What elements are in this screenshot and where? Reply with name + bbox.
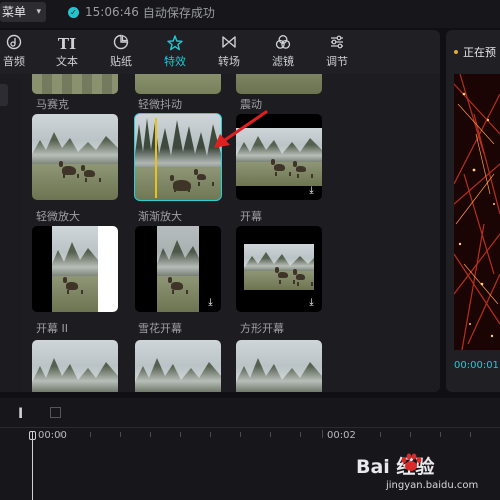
playhead-marker bbox=[155, 118, 157, 198]
ruler-label-mid: 00:02 bbox=[327, 430, 356, 441]
menu-label: 菜单 bbox=[2, 5, 27, 19]
download-icon[interactable]: ⤓ bbox=[306, 297, 317, 308]
effect-card-slight-zoom[interactable] bbox=[32, 114, 118, 200]
effect-label: 渐渐放大 bbox=[138, 210, 182, 223]
preview-title: 正在预 bbox=[454, 44, 496, 60]
tab-adjust[interactable]: 调节 bbox=[315, 34, 359, 74]
status-dot-icon bbox=[454, 50, 458, 54]
rail-handle[interactable] bbox=[0, 84, 8, 106]
autosave-status: ✓ 15:06:46 自动保存成功 bbox=[68, 3, 215, 21]
preview-video[interactable] bbox=[454, 74, 500, 350]
watermark-logo-text: Bai 经验 bbox=[356, 456, 435, 478]
tab-filter[interactable]: 滤镜 bbox=[261, 34, 305, 74]
effect-card-snow-open[interactable]: ⤓ bbox=[135, 226, 221, 312]
text-icon: TI bbox=[57, 35, 77, 53]
preview-label-text: 正在预 bbox=[463, 46, 496, 59]
download-icon[interactable]: ⤓ bbox=[102, 297, 113, 308]
watermark-url: jingyan.baidu.com bbox=[386, 480, 479, 491]
tab-effects[interactable]: 特效 bbox=[153, 34, 197, 74]
effect-label: 马赛克 bbox=[36, 98, 69, 111]
audio-icon bbox=[0, 34, 36, 54]
adjust-icon bbox=[315, 34, 359, 54]
effect-card-shake[interactable] bbox=[236, 74, 322, 94]
chevron-down-icon: ▾ bbox=[36, 7, 41, 17]
timeline-toolbar: I bbox=[0, 398, 500, 428]
download-icon[interactable]: ⤓ bbox=[306, 185, 317, 196]
effect-card-mosaic[interactable] bbox=[32, 74, 118, 94]
effect-label: 开幕 bbox=[240, 210, 262, 223]
effect-card-gradual-zoom[interactable] bbox=[134, 113, 222, 201]
save-status-text: 自动保存成功 bbox=[142, 5, 215, 20]
tab-adjust-label: 调节 bbox=[326, 55, 348, 68]
effect-label: 开幕 II bbox=[36, 322, 68, 335]
preview-timecode: 00:00:01 bbox=[454, 360, 499, 371]
effect-card-square-open[interactable]: ⤓ bbox=[236, 226, 322, 312]
filter-icon bbox=[261, 34, 305, 54]
split-icon[interactable]: I bbox=[18, 406, 23, 422]
effect-label: 轻微放大 bbox=[36, 210, 80, 223]
effect-card[interactable] bbox=[135, 340, 221, 392]
paw-icon bbox=[401, 453, 422, 471]
tab-effects-label: 特效 bbox=[164, 55, 186, 68]
tab-sticker[interactable]: 贴纸 bbox=[99, 34, 143, 74]
baidu-jingyan-watermark: Bai 经验 jingyan.baidu.com bbox=[356, 452, 498, 498]
check-icon: ✓ bbox=[68, 6, 79, 18]
crop-icon[interactable] bbox=[50, 407, 61, 418]
side-rail bbox=[0, 74, 22, 392]
playhead-line[interactable] bbox=[32, 432, 33, 500]
tab-transition-label: 转场 bbox=[218, 55, 240, 68]
save-time: 15:06:46 bbox=[85, 5, 139, 19]
effect-label: 方形开幕 bbox=[240, 322, 284, 335]
effects-panel: 音频 TI 文本 贴纸 特效 转场 滤镜 调节 马赛克 轻微抖动 震动 轻微放大… bbox=[0, 30, 440, 392]
menu-button[interactable]: 菜单 ▾ bbox=[0, 2, 46, 22]
timeline-ruler[interactable]: 00:00 00:02 bbox=[0, 429, 500, 447]
top-bar: 菜单 ▾ ✓ 15:06:46 自动保存成功 bbox=[0, 0, 500, 28]
ruler-label-start: 00:00 bbox=[38, 430, 67, 441]
effect-card[interactable] bbox=[32, 340, 118, 392]
effects-icon bbox=[153, 34, 197, 54]
tab-audio-label: 音频 bbox=[3, 55, 25, 68]
effect-card-curtain-open-ii[interactable]: ⤓ bbox=[32, 226, 118, 312]
transition-icon bbox=[207, 34, 251, 54]
effect-label: 雪花开幕 bbox=[138, 322, 182, 335]
effect-label: 轻微抖动 bbox=[138, 98, 182, 111]
tab-sticker-label: 贴纸 bbox=[110, 55, 132, 68]
tab-filter-label: 滤镜 bbox=[272, 55, 294, 68]
category-tabs: 音频 TI 文本 贴纸 特效 转场 滤镜 调节 bbox=[0, 30, 440, 74]
download-icon[interactable]: ⤓ bbox=[205, 297, 216, 308]
effect-card[interactable] bbox=[236, 340, 322, 392]
annotation-arrow bbox=[214, 110, 268, 148]
tab-transition[interactable]: 转场 bbox=[207, 34, 251, 74]
sticker-icon bbox=[99, 34, 143, 54]
tab-text-label: 文本 bbox=[56, 55, 78, 68]
tab-audio[interactable]: 音频 bbox=[0, 34, 36, 74]
tab-text[interactable]: TI 文本 bbox=[45, 34, 89, 74]
preview-panel: 正在预 00:00:01 bbox=[446, 30, 500, 392]
effect-card-slight-shake[interactable] bbox=[135, 74, 221, 94]
